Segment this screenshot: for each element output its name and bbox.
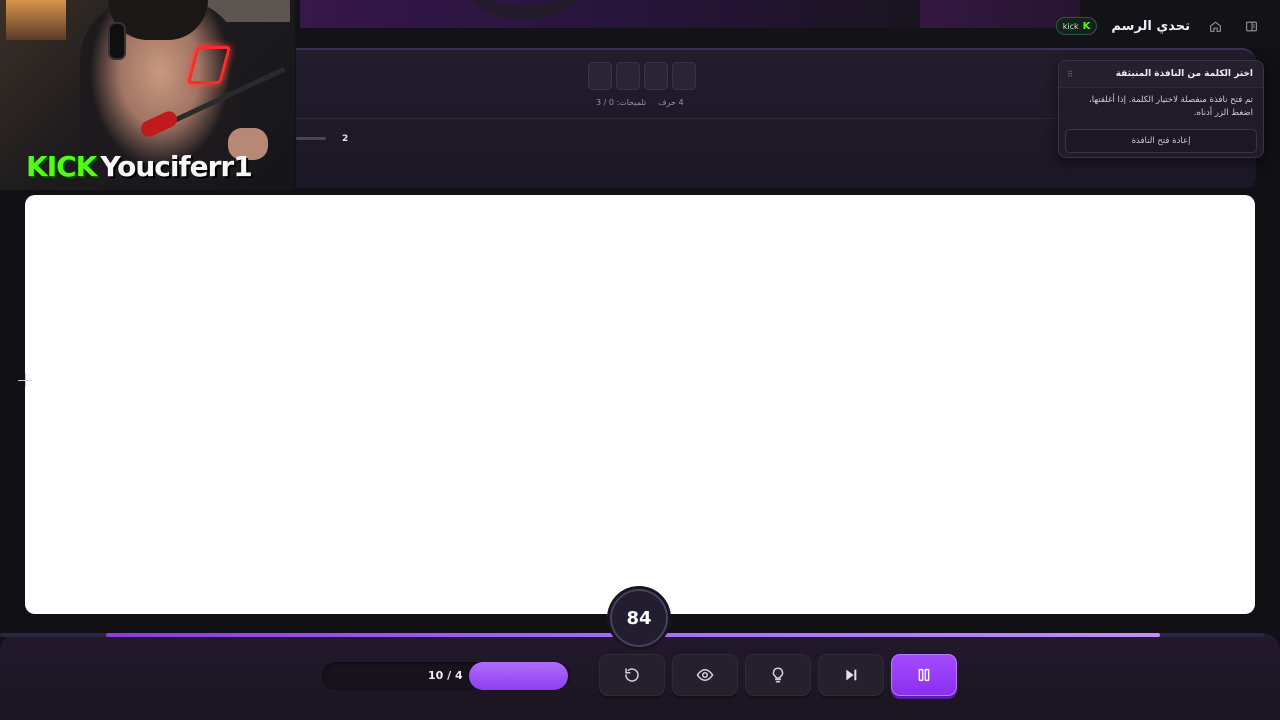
kick-logo-icon: K [1082,20,1091,32]
players-progress-bar [296,137,326,140]
kick-badge-label: kick [1062,21,1079,31]
popup-message: تم فتح نافذة منفصلة لاختيار الكلمة. إذا … [1089,95,1253,118]
kick-badge[interactable]: kick K [1055,17,1098,35]
pause-button[interactable] [891,654,957,696]
drawing-canvas[interactable] [25,195,1255,614]
letter-slot [588,62,612,90]
letter-boxes [588,62,696,90]
app-title: تحدي الرسم [1111,18,1190,34]
letter-slot [672,62,696,90]
countdown-timer: 84 [610,589,668,647]
kick-logo-text: KICK [26,150,97,183]
word-picker-popup: اختر الكلمة من النافذة المنبثقة ⠿ تم فتح… [1058,60,1264,158]
reopen-window-button[interactable]: إعادة فتح النافذة [1065,129,1257,153]
streamer-name: Youciferr1 [100,150,252,183]
headset-icon [108,22,126,60]
reveal-button[interactable] [672,654,738,696]
hints-count-label: تلميحات: 0 / 3 [596,98,647,107]
rounds-progress: 10 / 4 [322,662,570,690]
pause-icon [918,668,930,682]
hint-button[interactable] [745,654,811,696]
webcam-window-light [6,0,66,40]
restart-button[interactable] [599,654,665,696]
popup-title: اختر الكلمة من النافذة المنبثقة [1115,69,1253,79]
word-meta: 4 حرف تلميحات: 0 / 3 [596,98,684,107]
crosshair-cursor-icon [18,373,32,387]
home-icon[interactable] [1204,15,1226,37]
drag-handle-icon[interactable]: ⠿ [1067,70,1073,79]
brand-area: kick K تحدي الرسم [1055,0,1280,52]
eye-icon [696,668,714,682]
skip-button[interactable] [818,654,884,696]
rounds-progress-fill [469,662,568,690]
restart-icon [625,668,639,682]
sidebar-toggle-icon[interactable] [1240,15,1262,37]
webcam-overlay: KICK Youciferr1 [0,0,295,190]
letter-slot [616,62,640,90]
skip-icon [846,669,857,681]
popup-header[interactable]: اختر الكلمة من النافذة المنبثقة ⠿ [1059,61,1263,88]
letters-count-label: 4 حرف [658,98,684,107]
rounds-label: 10 / 4 [428,669,463,682]
round-number: 2 [342,134,349,144]
stream-backdrop [300,0,920,28]
streamer-tag: KICK Youciferr1 [26,150,253,183]
lightbulb-icon [772,667,784,683]
letter-slot [644,62,668,90]
